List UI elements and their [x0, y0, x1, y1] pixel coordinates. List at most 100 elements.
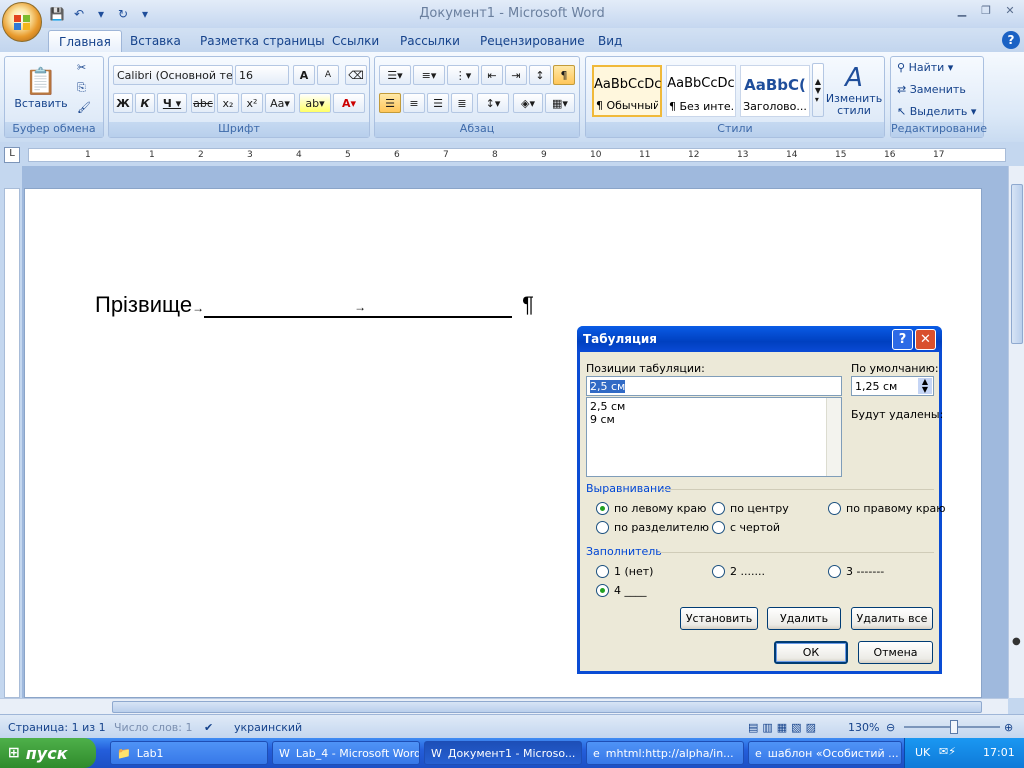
set-button[interactable]: Установить [680, 607, 758, 630]
radio-leader-none[interactable]: 1 (нет) [596, 565, 653, 578]
radio-align-decimal[interactable]: по разделителю [596, 521, 709, 534]
strikethrough-icon[interactable]: abc [191, 93, 215, 113]
bullets-icon[interactable]: ☰▾ [379, 65, 411, 85]
word-count[interactable]: Число слов: 1 [114, 721, 193, 734]
tab-insert[interactable]: Вставка [120, 30, 191, 52]
help-icon[interactable]: ? [892, 329, 913, 350]
decrease-indent-icon[interactable]: ⇤ [481, 65, 503, 85]
task-lab1[interactable]: 📁 Lab1 [110, 741, 268, 765]
undo-icon[interactable]: ↶ [70, 5, 88, 23]
styles-scroll[interactable]: ▲ ▼ ▾ [812, 63, 824, 117]
customize-qat-icon[interactable]: ▾ [136, 5, 154, 23]
redo-icon[interactable]: ↻ [114, 5, 132, 23]
keyboard-language[interactable]: UK [915, 746, 930, 759]
close-button[interactable]: ✕ [1002, 4, 1018, 18]
replace-button[interactable]: ⇄ Заменить [897, 83, 966, 96]
grow-font-icon[interactable]: A [293, 65, 315, 85]
restore-button[interactable]: ❐ [978, 4, 994, 18]
spinner-icon[interactable]: ▲ ▼ [918, 378, 932, 394]
office-button[interactable] [2, 2, 42, 42]
align-left-icon[interactable]: ☰ [379, 93, 401, 113]
clear-format-icon[interactable]: ⌫ [345, 65, 367, 85]
help-icon[interactable]: ? [1002, 31, 1020, 49]
tab-page-layout[interactable]: Разметка страницы [190, 30, 335, 52]
horizontal-scrollbar[interactable] [0, 698, 1008, 714]
justify-icon[interactable]: ≣ [451, 93, 473, 113]
font-color-icon[interactable]: A▾ [333, 93, 365, 113]
list-scrollbar[interactable] [826, 398, 841, 476]
numbering-icon[interactable]: ≡▾ [413, 65, 445, 85]
radio-align-right[interactable]: по правому краю [828, 502, 945, 515]
format-painter-icon[interactable]: 🖌 [77, 101, 91, 114]
radio-align-left[interactable]: по левому краю [596, 502, 706, 515]
close-icon[interactable]: ✕ [915, 329, 936, 350]
zoom-in-icon[interactable]: ⊕ [1004, 721, 1013, 734]
delete-all-button[interactable]: Удалить все [851, 607, 933, 630]
list-item[interactable]: 9 см [590, 413, 838, 426]
dropdown-icon[interactable]: ▾ [92, 5, 110, 23]
tab-home[interactable]: Главная [48, 30, 122, 52]
tab-mailings[interactable]: Рассылки [390, 30, 470, 52]
minimize-button[interactable]: ▁ [954, 4, 970, 18]
style-normal[interactable]: AaBbCcDc ¶ Обычный [592, 65, 662, 117]
task-lab4-word[interactable]: W Lab_4 - Microsoft Word [272, 741, 420, 765]
save-icon[interactable]: 💾 [48, 5, 66, 23]
language-indicator[interactable]: украинский [234, 721, 302, 734]
cancel-button[interactable]: Отмена [858, 641, 933, 664]
horizontal-ruler[interactable]: 1 1 2 3 4 5 6 7 8 9 10 11 12 13 14 15 16 17 [0, 142, 1024, 166]
task-document1-word[interactable]: W Документ1 - Microso... [424, 741, 582, 765]
list-item[interactable]: 2,5 см [590, 400, 838, 413]
align-center-icon[interactable]: ≡ [403, 93, 425, 113]
view-buttons[interactable]: ▤▥▦▧▨ [748, 721, 820, 734]
superscript-icon[interactable]: x² [241, 93, 263, 113]
highlight-icon[interactable]: ab▾ [299, 93, 331, 113]
zoom-level[interactable]: 130% [848, 721, 879, 734]
bold-icon[interactable]: Ж [113, 93, 133, 113]
font-size-select[interactable]: 16 [235, 65, 289, 85]
page-count[interactable]: Страница: 1 из 1 [8, 721, 106, 734]
proofing-icon[interactable]: ✔ [204, 721, 213, 734]
tab-position-input[interactable]: 2,5 см [586, 376, 842, 396]
align-right-icon[interactable]: ☰ [427, 93, 449, 113]
style-heading[interactable]: AaBbC( Заголово... [740, 65, 810, 117]
find-button[interactable]: ⚲ Найти ▾ [897, 61, 953, 74]
change-case-icon[interactable]: Aa▾ [265, 93, 295, 113]
zoom-out-icon[interactable]: ⊖ [886, 721, 895, 734]
underline-icon[interactable]: Ч ▾ [157, 93, 187, 113]
show-marks-icon[interactable]: ¶ [553, 65, 575, 85]
radio-leader-dashes[interactable]: 3 ------- [828, 565, 884, 578]
tab-positions-list[interactable]: 2,5 см 9 см [586, 397, 842, 477]
tab-selector-button[interactable]: L [4, 147, 20, 163]
default-stop-input[interactable]: 1,25 см ▲ ▼ [851, 376, 934, 396]
sort-icon[interactable]: ↕ [529, 65, 551, 85]
horizontal-scroll-thumb[interactable] [112, 701, 982, 713]
shrink-font-icon[interactable]: A [317, 65, 339, 85]
tab-references[interactable]: Ссылки [322, 30, 389, 52]
italic-icon[interactable]: К [135, 93, 155, 113]
radio-leader-underline[interactable]: 4 ____ [596, 584, 647, 597]
browse-object-icon[interactable]: ● [1012, 636, 1021, 647]
style-no-spacing[interactable]: AaBbCcDc ¶ Без инте... [666, 65, 736, 117]
delete-button[interactable]: Удалить [767, 607, 841, 630]
font-name-select[interactable]: Calibri (Основной те [113, 65, 233, 85]
vertical-scroll-thumb[interactable] [1011, 184, 1023, 344]
radio-leader-dots[interactable]: 2 ....... [712, 565, 765, 578]
zoom-slider-thumb[interactable] [950, 720, 958, 734]
task-mhtml-browser[interactable]: e mhtml:http://alpha/in... [586, 741, 744, 765]
start-button[interactable]: ⊞ пуск [0, 738, 96, 768]
multilevel-list-icon[interactable]: ⋮▾ [447, 65, 479, 85]
select-button[interactable]: ↖ Выделить ▾ [897, 105, 976, 118]
vertical-scrollbar[interactable]: ● [1008, 166, 1024, 698]
radio-align-center[interactable]: по центру [712, 502, 789, 515]
copy-icon[interactable]: ⎘ [77, 81, 86, 95]
paste-button[interactable]: 📋 Вставить [11, 59, 71, 117]
change-styles-button[interactable]: A Изменить стили [826, 59, 882, 121]
vertical-ruler[interactable] [4, 188, 20, 698]
tab-view[interactable]: Вид [588, 30, 632, 52]
cut-icon[interactable]: ✂ [77, 61, 86, 74]
increase-indent-icon[interactable]: ⇥ [505, 65, 527, 85]
ok-button[interactable]: ОК [774, 641, 848, 664]
tab-review[interactable]: Рецензирование [470, 30, 595, 52]
radio-align-bar[interactable]: с чертой [712, 521, 780, 534]
tray-icons[interactable]: ✉⚡ [939, 745, 956, 758]
